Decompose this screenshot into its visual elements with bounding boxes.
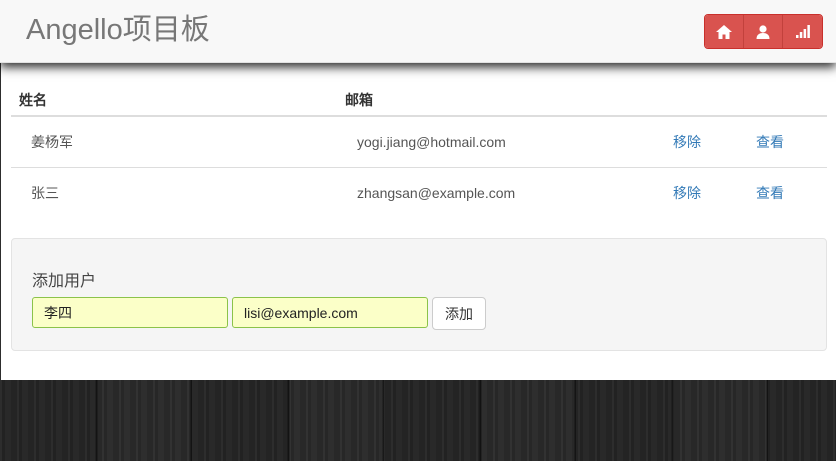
column-header-email: 邮箱 <box>337 84 671 117</box>
user-name-cell: 姜杨军 <box>11 116 337 168</box>
user-button[interactable] <box>744 15 783 48</box>
email-input[interactable] <box>232 297 428 328</box>
table-row: 姜杨军 yogi.jiang@hotmail.com 移除 查看 <box>11 116 827 168</box>
add-user-heading: 添加用户 <box>32 273 97 290</box>
users-table: 姓名 邮箱 姜杨军 yogi.jiang@hotmail.com 移除 查看 张… <box>11 84 827 218</box>
view-user-link[interactable]: 查看 <box>756 134 784 150</box>
view-user-link[interactable]: 查看 <box>756 185 784 201</box>
table-header-row: 姓名 邮箱 <box>11 84 827 117</box>
brand-title[interactable]: Angello项目板 <box>26 12 210 48</box>
home-button[interactable] <box>705 15 744 48</box>
remove-user-link[interactable]: 移除 <box>673 185 701 201</box>
name-input[interactable] <box>32 297 228 328</box>
nav-button-group <box>704 14 823 49</box>
user-email-cell: zhangsan@example.com <box>357 185 516 201</box>
app-page: Angello项目板 姓名 邮箱 姜杨军 yogi.jiang@hotmail.… <box>0 0 836 461</box>
user-name-cell: 张三 <box>31 185 59 201</box>
table-row: 张三 zhangsan@example.com 移除 查看 <box>11 168 827 219</box>
signal-button[interactable] <box>783 15 822 48</box>
add-user-button[interactable]: 添加 <box>432 297 486 330</box>
main-content: 姓名 邮箱 姜杨军 yogi.jiang@hotmail.com 移除 查看 张… <box>1 62 836 380</box>
home-icon <box>716 24 732 39</box>
user-icon <box>756 24 770 39</box>
top-header: Angello项目板 <box>0 0 836 63</box>
user-email-cell: yogi.jiang@hotmail.com <box>337 116 671 168</box>
signal-icon <box>795 25 810 38</box>
column-header-view <box>744 84 827 117</box>
add-user-form: 添加用户 添加 <box>11 238 827 351</box>
column-header-name: 姓名 <box>11 84 337 117</box>
column-header-remove <box>671 84 744 117</box>
remove-user-link[interactable]: 移除 <box>673 134 701 150</box>
